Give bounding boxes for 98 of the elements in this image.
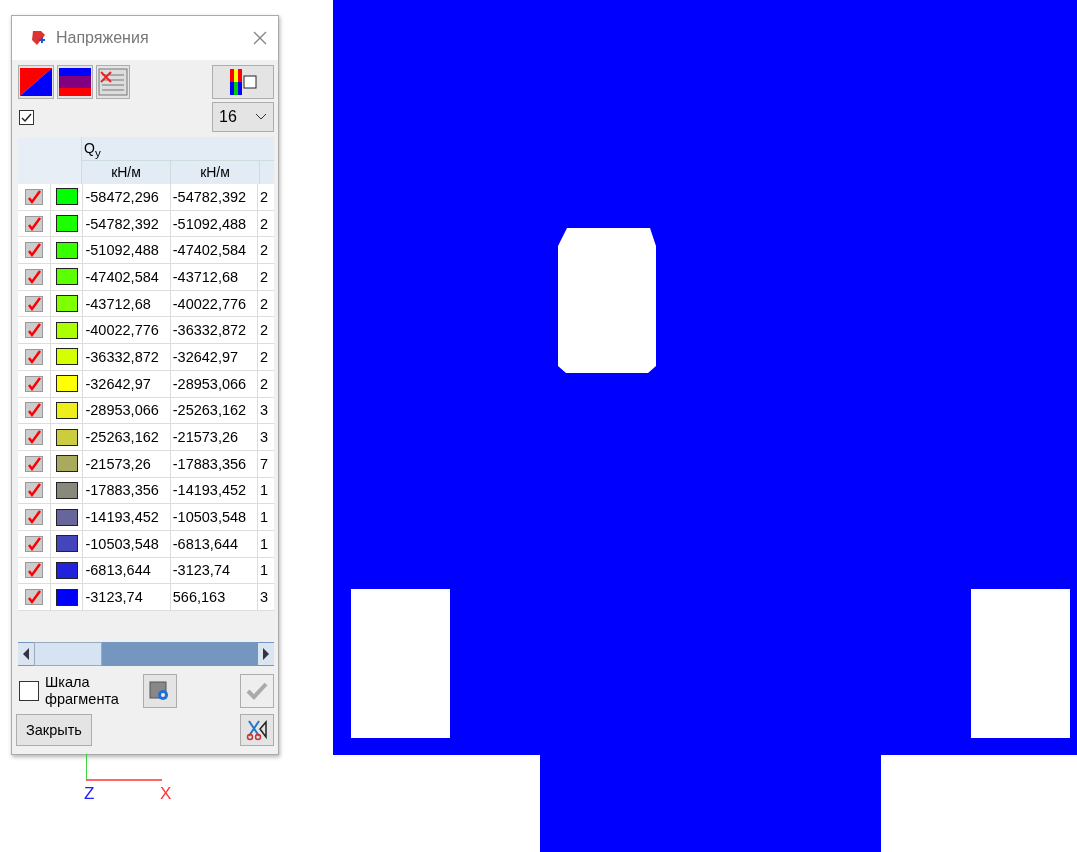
- table-cell: -25263,162: [85, 429, 159, 446]
- axis-label: X: [160, 784, 172, 804]
- visibility-checkbox[interactable]: [24, 348, 43, 365]
- table-cell: -43712,68: [172, 268, 239, 285]
- color-swatch[interactable]: [55, 588, 78, 606]
- table-cell: 2: [260, 188, 269, 205]
- table-cell: 1: [260, 509, 269, 526]
- table-cell: 2: [260, 322, 269, 339]
- visibility-checkbox[interactable]: [24, 482, 43, 499]
- table-cell: -21573,26: [85, 455, 151, 472]
- window-title: Напряжения: [56, 29, 150, 47]
- table-cell: 2: [260, 215, 269, 232]
- color-swatch[interactable]: [55, 428, 78, 446]
- table-cell: -47402,584: [85, 268, 159, 285]
- visibility-checkbox[interactable]: [24, 268, 43, 285]
- table-cell: 3: [260, 589, 269, 606]
- color-swatch[interactable]: [55, 295, 78, 313]
- scroll-right-icon[interactable]: [258, 643, 274, 665]
- visibility-checkbox[interactable]: [24, 322, 43, 339]
- checkbox-label: Шкала фрагмента: [45, 674, 120, 708]
- table-cell: -40022,776: [172, 295, 247, 312]
- table-cell: -6813,644: [172, 535, 239, 552]
- table-cell: -10503,548: [85, 535, 159, 552]
- palette-button[interactable]: [212, 65, 274, 99]
- table-cell: -58472,296: [85, 188, 159, 205]
- table-cell: -17883,356: [172, 455, 247, 472]
- table-cell: -25263,162: [172, 402, 247, 419]
- table-cell: 1: [260, 482, 269, 499]
- table-cell: -17883,356: [85, 482, 159, 499]
- table-cell: 7: [260, 455, 269, 472]
- table-cell: -28953,066: [172, 375, 247, 392]
- table-cell: -14193,452: [85, 509, 159, 526]
- table-cell: -32642,97: [172, 348, 239, 365]
- visibility-checkbox[interactable]: [24, 562, 43, 579]
- table-cell: -36332,872: [172, 322, 247, 339]
- table-cell: -6813,644: [85, 562, 151, 579]
- color-swatch[interactable]: [55, 215, 78, 233]
- levels-dropdown[interactable]: 16: [212, 102, 274, 132]
- table-cell: -28953,066: [85, 402, 159, 419]
- visibility-checkbox[interactable]: [24, 295, 43, 312]
- visibility-checkbox[interactable]: [24, 535, 43, 552]
- color-swatch[interactable]: [55, 455, 78, 473]
- color-swatch[interactable]: [55, 481, 78, 499]
- table-cell: -54782,392: [85, 215, 159, 232]
- show-checkbox[interactable]: [19, 109, 34, 125]
- scroll-left-icon[interactable]: [18, 643, 34, 665]
- table-cell: -51092,488: [172, 215, 247, 232]
- close-icon[interactable]: [252, 30, 268, 46]
- visibility-checkbox[interactable]: [24, 188, 43, 205]
- table-cell: -3123,74: [172, 562, 231, 579]
- color-swatch[interactable]: [55, 348, 78, 366]
- table-cell: 2: [260, 268, 269, 285]
- color-swatch[interactable]: [55, 535, 78, 553]
- color-swatch[interactable]: [55, 508, 78, 526]
- table-cell: 566,163: [172, 589, 226, 606]
- table-cell: -47402,584: [172, 242, 247, 259]
- color-swatch[interactable]: [55, 241, 78, 259]
- table-cell: 2: [260, 295, 269, 312]
- table-cell: 3: [260, 402, 269, 419]
- table-cell: -40022,776: [85, 322, 159, 339]
- chevron-down-icon[interactable]: [255, 113, 267, 121]
- visibility-checkbox[interactable]: [24, 375, 43, 392]
- visibility-checkbox[interactable]: [24, 509, 43, 526]
- table-cell: 2: [260, 348, 269, 365]
- color-swatch[interactable]: [55, 268, 78, 286]
- color-swatch[interactable]: [55, 375, 78, 393]
- table-cell: -54782,392: [172, 188, 247, 205]
- visibility-checkbox[interactable]: [24, 455, 43, 472]
- color-swatch[interactable]: [55, 401, 78, 419]
- scroll-thumb[interactable]: [34, 642, 102, 666]
- table-cell: 3: [260, 429, 269, 446]
- visibility-checkbox[interactable]: [24, 242, 43, 259]
- table-cell: -51092,488: [85, 242, 159, 259]
- horizontal-scrollbar[interactable]: [18, 642, 274, 666]
- visibility-checkbox[interactable]: [24, 402, 43, 419]
- close-button[interactable]: Закрыть: [16, 714, 92, 746]
- fragment-scale-checkbox[interactable]: [19, 681, 39, 701]
- table-cell: -36332,872: [85, 348, 159, 365]
- checkmark-icon[interactable]: [245, 681, 269, 701]
- table-cell: 2: [260, 242, 269, 259]
- table-cell: -32642,97: [85, 375, 151, 392]
- color-swatch[interactable]: [55, 188, 78, 206]
- visibility-checkbox[interactable]: [24, 589, 43, 606]
- axis-label: Z: [84, 784, 95, 804]
- table-cell: -3123,74: [85, 589, 143, 606]
- table-cell: -10503,548: [172, 509, 247, 526]
- column-header: Q$_{y}$: [82, 137, 274, 161]
- table-cell: 1: [260, 562, 269, 579]
- table-cell: -14193,452: [172, 482, 247, 499]
- visibility-checkbox[interactable]: [24, 215, 43, 232]
- table-cell: 2: [260, 375, 269, 392]
- visibility-checkbox[interactable]: [24, 429, 43, 446]
- table-cell: -21573,26: [172, 429, 239, 446]
- app-icon: [30, 29, 48, 47]
- table-cell: -43712,68: [85, 295, 151, 312]
- color-swatch[interactable]: [55, 561, 78, 579]
- table-cell: 1: [260, 535, 269, 552]
- color-swatch[interactable]: [55, 321, 78, 339]
